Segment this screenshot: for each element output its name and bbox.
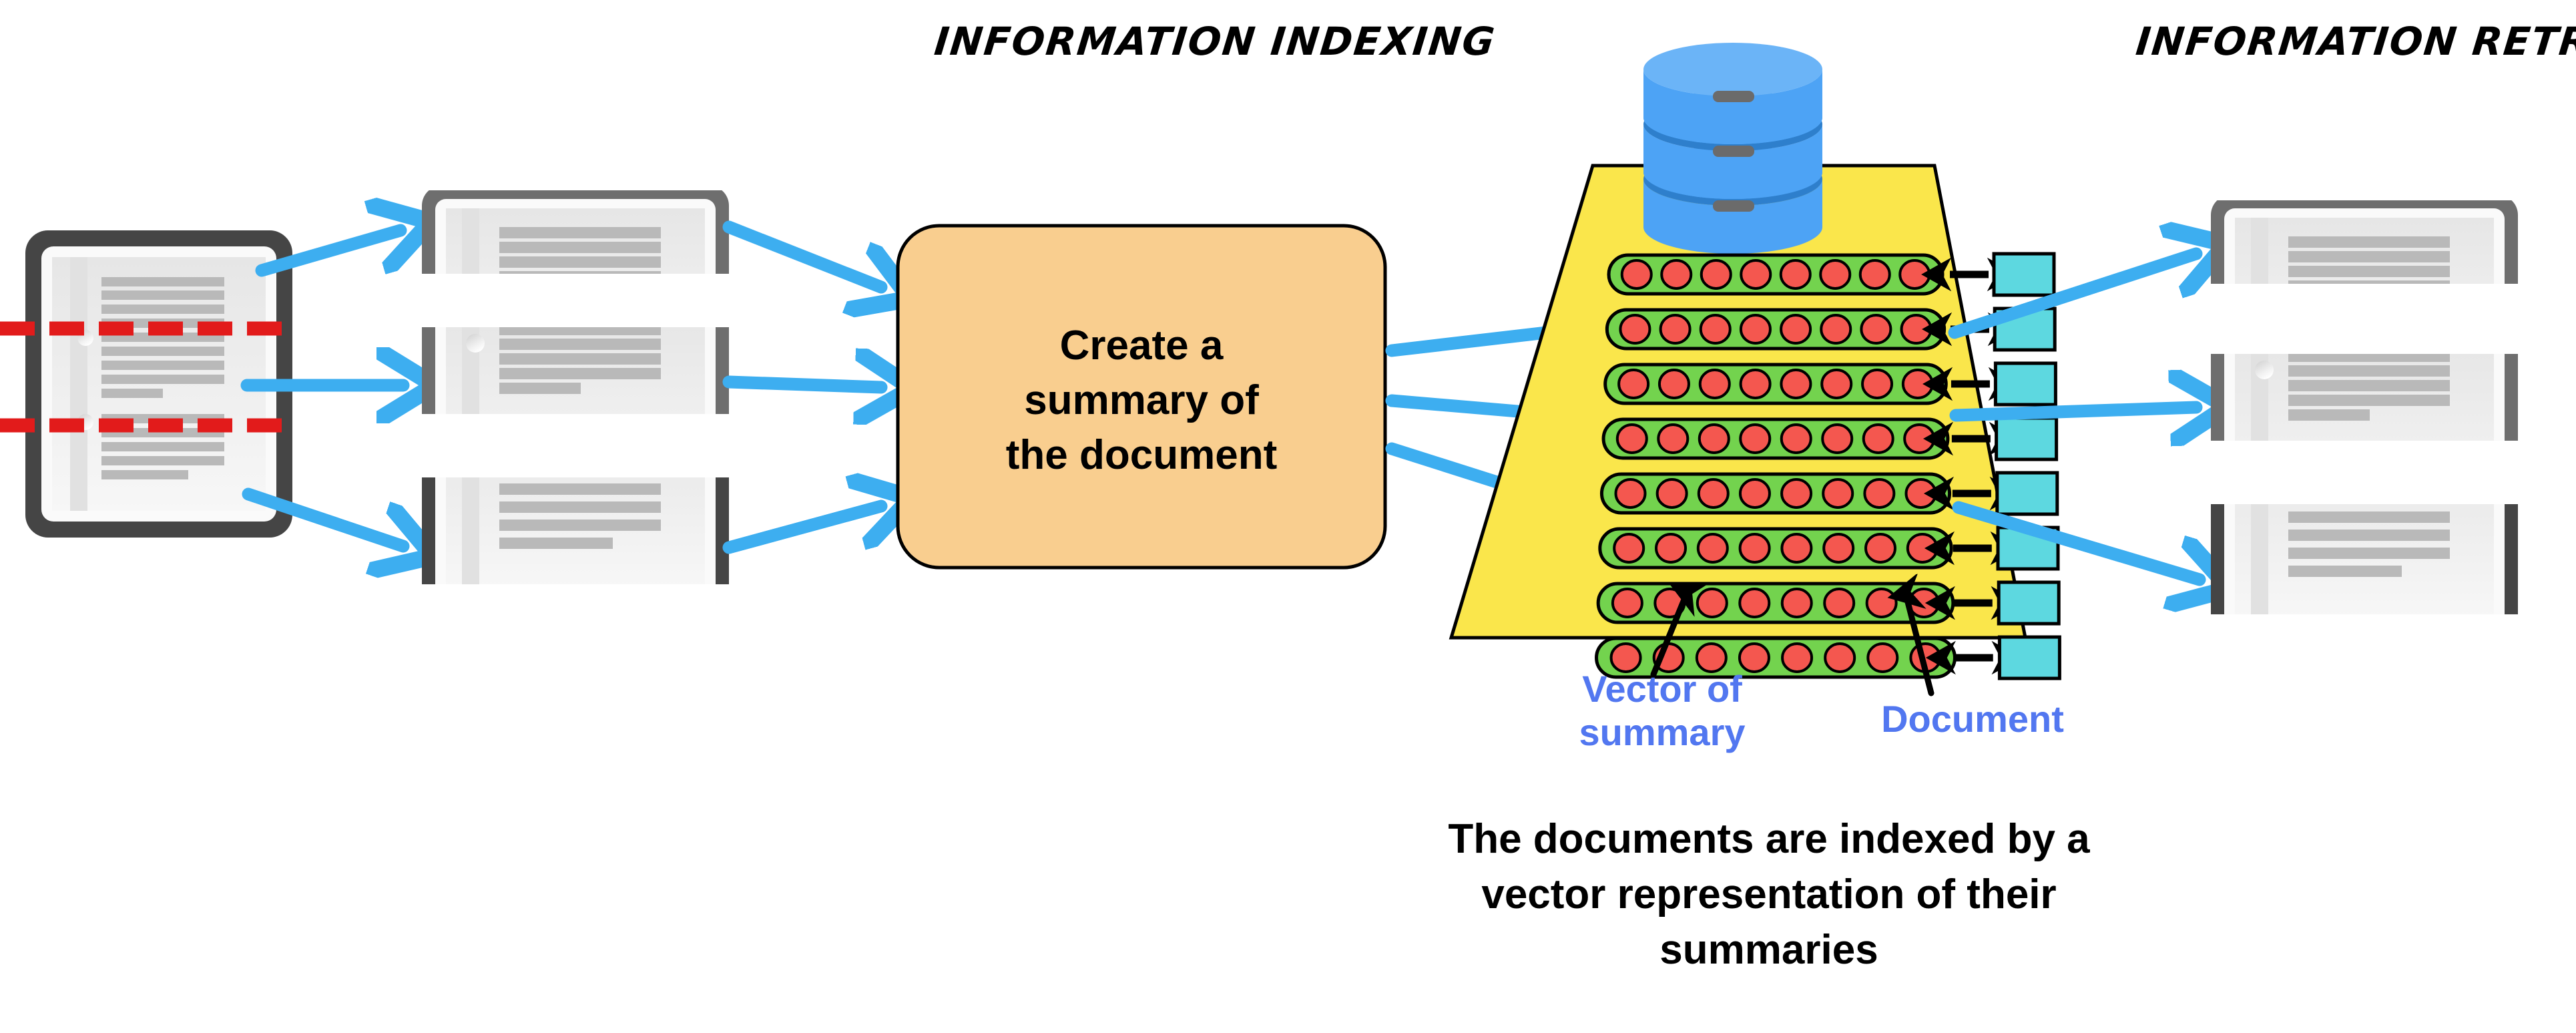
vector-cell [1780, 369, 1812, 399]
vector-cell [1779, 259, 1812, 290]
vector-cell [1700, 259, 1732, 290]
vector-cell [1858, 259, 1891, 290]
chunk-arrow-1 [722, 220, 881, 287]
diagram-canvas: INFORMATION INDEXING INFORMATION RETRIEV… [0, 0, 2576, 1033]
label-document: Document [1881, 698, 2064, 740]
vector-cell [1819, 259, 1852, 290]
chunk-document-3[interactable] [422, 414, 729, 611]
result-arrow-1 [1948, 254, 2196, 339]
vector-cell [1655, 533, 1687, 564]
vector-cell [1864, 533, 1896, 564]
vector-cell [1900, 314, 1933, 345]
vector-cell [1739, 314, 1772, 345]
chunk-to-box-arrows [722, 220, 881, 554]
document-chip[interactable] [1992, 252, 2056, 297]
vector-pill [1601, 417, 1950, 460]
database-slot-2 [1713, 146, 1754, 157]
vector-cell [1824, 642, 1856, 673]
vector-cell [1863, 478, 1896, 509]
vector-cell [1659, 314, 1692, 345]
source-document-text-lines [101, 277, 224, 479]
vector-cell [1655, 478, 1688, 509]
chunk-hole [466, 334, 485, 353]
vector-cell [1614, 478, 1647, 509]
vector-cell [1615, 423, 1648, 454]
vector-cell [1620, 259, 1653, 290]
vector-cell [1619, 314, 1651, 345]
vector-cell [1698, 369, 1731, 399]
document-chip[interactable] [1995, 416, 2059, 461]
vector-cell [1780, 478, 1813, 509]
vector-cell [1657, 423, 1690, 454]
vector-cell [1781, 642, 1814, 673]
vector-cell [1657, 369, 1690, 399]
vector-cell [1906, 533, 1939, 564]
chunk-arrow-3 [722, 506, 881, 554]
document-chip[interactable] [1997, 635, 2061, 680]
vector-cell [1862, 423, 1894, 454]
summary-process-box[interactable] [896, 224, 1387, 570]
vector-row[interactable] [1607, 252, 2056, 297]
vector-cell [1738, 478, 1771, 509]
vector-cell [1780, 588, 1813, 618]
vector-cell [1820, 314, 1852, 345]
database-slot-3 [1713, 200, 1754, 212]
vector-cell [1866, 642, 1899, 673]
vector-cell [1780, 533, 1813, 564]
vector-cell [1738, 533, 1771, 564]
vector-cell [1904, 478, 1937, 509]
vector-cell [1823, 588, 1856, 618]
vector-row[interactable] [1603, 361, 2057, 407]
retrieved-document-3[interactable] [2211, 441, 2518, 641]
vector-pill [1599, 472, 1952, 515]
heading-information-indexing: INFORMATION INDEXING [932, 19, 1498, 64]
document-chip[interactable] [1993, 361, 2057, 407]
label-vector-of-summary: Vector of summary [1579, 668, 1746, 753]
vector-pill [1596, 582, 1955, 624]
vector-cell [1822, 533, 1855, 564]
document-chip[interactable] [1997, 580, 2061, 626]
vector-cell [1739, 423, 1772, 454]
vector-cell [1613, 533, 1645, 564]
vector-cell [1822, 478, 1854, 509]
vector-cell [1611, 588, 1643, 618]
vector-cell [1780, 314, 1812, 345]
vector-cell [1821, 423, 1854, 454]
vector-cell [1739, 369, 1772, 399]
vector-cell [1865, 588, 1898, 618]
chunk-arrow-2 [722, 382, 881, 387]
retrieved-hole [2255, 361, 2274, 379]
vector-cell [1696, 588, 1728, 618]
vector-row[interactable] [1605, 306, 2057, 352]
vector-cell [1697, 478, 1730, 509]
vector-cell [1617, 369, 1650, 399]
source-document-margin [70, 257, 87, 511]
database-slot-1 [1713, 91, 1754, 102]
vector-cell [1660, 259, 1693, 290]
vector-pill [1598, 527, 1953, 570]
document-chip[interactable] [1995, 471, 2059, 516]
vector-pill [1603, 363, 1948, 405]
database-cylinder[interactable] [1643, 43, 1822, 254]
diagram-caption: The documents are indexed by a vector re… [1448, 816, 2090, 974]
vector-cell [1738, 588, 1771, 618]
vector-cell [1860, 314, 1892, 345]
result-arrow-2 [1949, 407, 2196, 415]
vector-cell [1901, 369, 1934, 399]
vector-cell [1740, 259, 1772, 290]
vector-cell [1898, 259, 1931, 290]
vector-cell [1820, 369, 1853, 399]
vector-cell [1861, 369, 1894, 399]
vector-cell [1698, 423, 1730, 454]
vector-pill [1607, 253, 1945, 296]
vector-cell [1903, 423, 1936, 454]
vector-cell [1780, 423, 1812, 454]
vector-pill [1605, 308, 1947, 351]
vector-cell [1696, 533, 1729, 564]
heading-information-retrieval: INFORMATION RETRIEVAL [2133, 19, 2576, 64]
vector-cell [1699, 314, 1732, 345]
